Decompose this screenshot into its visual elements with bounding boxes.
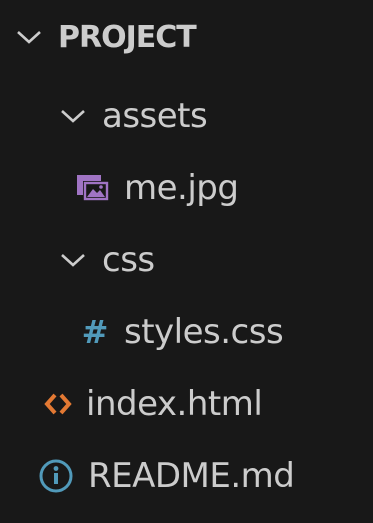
section-title: PROJECT: [58, 19, 197, 55]
tree-item-readme-md[interactable]: README.md: [0, 440, 373, 512]
tree-item-styles-css[interactable]: # styles.css: [0, 296, 373, 368]
chevron-down-icon: [56, 243, 90, 277]
file-label: index.html: [86, 384, 263, 424]
file-explorer: PROJECT assets me.jpg css # styles.css i…: [0, 0, 373, 523]
chevron-down-icon: [12, 20, 46, 54]
file-label: me.jpg: [124, 168, 239, 208]
chevron-down-icon: [56, 99, 90, 133]
explorer-section-header[interactable]: PROJECT: [0, 6, 373, 68]
folder-label: css: [102, 240, 155, 280]
html-icon: [44, 391, 72, 417]
tree-item-me-jpg[interactable]: me.jpg: [0, 152, 373, 224]
info-icon: [38, 458, 74, 494]
tree-item-index-html[interactable]: index.html: [0, 368, 373, 440]
file-label: README.md: [88, 456, 295, 496]
css-hash-icon: #: [80, 316, 110, 348]
image-icon: [76, 174, 110, 202]
css-hash-glyph: #: [81, 313, 109, 351]
file-label: styles.css: [124, 312, 284, 352]
tree-item-assets-folder[interactable]: assets: [0, 80, 373, 152]
tree-item-css-folder[interactable]: css: [0, 224, 373, 296]
folder-label: assets: [102, 96, 208, 136]
